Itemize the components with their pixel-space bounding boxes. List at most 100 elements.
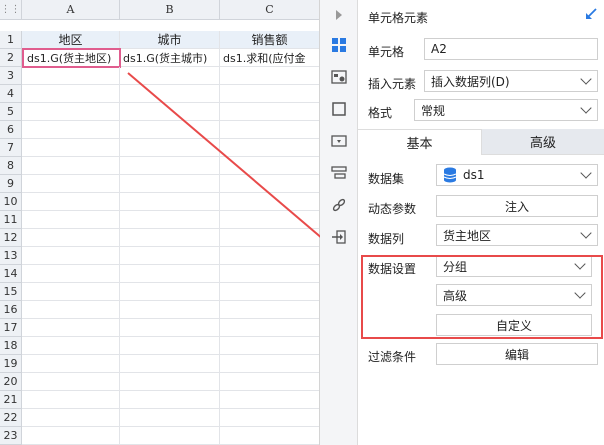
tab-advanced[interactable]: 高级	[482, 129, 604, 155]
grid-cell[interactable]	[120, 193, 220, 211]
grid-cell[interactable]	[120, 67, 220, 85]
row-header[interactable]: 1	[0, 31, 22, 49]
grid-cell[interactable]	[220, 85, 319, 103]
pin-icon[interactable]	[584, 7, 598, 21]
row-header[interactable]: 13	[0, 247, 22, 265]
row-header[interactable]: 19	[0, 355, 22, 373]
grid-cell[interactable]	[120, 409, 220, 427]
row-header[interactable]: 18	[0, 337, 22, 355]
grid-cell[interactable]	[22, 67, 120, 85]
format-dropdown[interactable]: 常规	[414, 99, 598, 121]
edit-filter-button[interactable]: 编辑	[436, 343, 598, 365]
row-header[interactable]: 17	[0, 319, 22, 337]
grid-cell[interactable]	[120, 355, 220, 373]
row-header[interactable]: 23	[0, 427, 22, 445]
grid-cell[interactable]	[120, 229, 220, 247]
cell-c1[interactable]: 销售额	[220, 31, 319, 49]
inject-button[interactable]: 注入	[436, 195, 598, 217]
grid-cell[interactable]	[220, 139, 319, 157]
column-header-c[interactable]: C	[220, 0, 319, 20]
grid-cell[interactable]	[120, 139, 220, 157]
grid-cell[interactable]	[22, 409, 120, 427]
cell-b2[interactable]: ds1.G(货主城市)	[120, 49, 220, 67]
grid-cell[interactable]	[220, 355, 319, 373]
grid-cell[interactable]	[220, 175, 319, 193]
cell-b1[interactable]: 城市	[120, 31, 220, 49]
column-header-b[interactable]: B	[120, 0, 220, 20]
cell-a2-selected[interactable]: ds1.G(货主地区)	[22, 48, 121, 68]
tab-basic[interactable]: 基本	[358, 129, 482, 155]
grid-cell[interactable]	[220, 103, 319, 121]
widget-icon[interactable]	[330, 132, 348, 150]
grid-cell[interactable]	[22, 265, 120, 283]
grid-cell[interactable]	[220, 157, 319, 175]
grid-cell[interactable]	[22, 391, 120, 409]
grid-cell[interactable]	[120, 283, 220, 301]
grid-cell[interactable]	[220, 121, 319, 139]
grid-cell[interactable]	[120, 427, 220, 445]
row-header[interactable]: 4	[0, 85, 22, 103]
grid-cell[interactable]	[120, 391, 220, 409]
row-header[interactable]: 5	[0, 103, 22, 121]
cell-input[interactable]: A2	[424, 38, 598, 60]
grid-cell[interactable]	[22, 157, 120, 175]
row-header[interactable]: 7	[0, 139, 22, 157]
grid-cell[interactable]	[120, 337, 220, 355]
grid-cell[interactable]	[220, 409, 319, 427]
grid-cell[interactable]	[220, 427, 319, 445]
grid-cell[interactable]	[120, 301, 220, 319]
grid-cell[interactable]	[22, 373, 120, 391]
cell-a1[interactable]: 地区	[22, 31, 120, 49]
row-header[interactable]: 16	[0, 301, 22, 319]
dataset-dropdown[interactable]: ds1	[436, 164, 598, 186]
grid-cell[interactable]	[22, 211, 120, 229]
grid-cell[interactable]	[22, 121, 120, 139]
grid-cell[interactable]	[22, 247, 120, 265]
grid-cell[interactable]	[220, 373, 319, 391]
grid-cell[interactable]	[22, 139, 120, 157]
grid-cell[interactable]	[120, 85, 220, 103]
row-header[interactable]: 14	[0, 265, 22, 283]
row-header[interactable]: 10	[0, 193, 22, 211]
grid-cell[interactable]	[120, 157, 220, 175]
grid-cell[interactable]	[220, 265, 319, 283]
cell-element-icon[interactable]	[330, 36, 348, 54]
row-header[interactable]: 12	[0, 229, 22, 247]
cell-style-icon[interactable]	[330, 100, 348, 118]
grid-cell[interactable]	[220, 301, 319, 319]
condition-attribute-icon[interactable]	[330, 164, 348, 182]
row-header[interactable]: 3	[0, 67, 22, 85]
hyperlink-icon[interactable]	[330, 196, 348, 214]
column-header-a[interactable]: A	[22, 0, 120, 20]
insert-element-dropdown[interactable]: 插入数据列(D)	[424, 70, 598, 92]
grid-cell[interactable]	[22, 301, 120, 319]
grid-cell[interactable]	[22, 103, 120, 121]
grid-cell[interactable]	[22, 427, 120, 445]
grid-cell[interactable]	[120, 103, 220, 121]
cell-c2[interactable]: ds1.求和(应付金	[220, 49, 319, 67]
data-import-icon[interactable]	[330, 228, 348, 246]
grid-cell[interactable]	[120, 319, 220, 337]
row-header[interactable]: 22	[0, 409, 22, 427]
grid-cell[interactable]	[220, 247, 319, 265]
grid-cell[interactable]	[22, 175, 120, 193]
row-header[interactable]: 11	[0, 211, 22, 229]
grid-cell[interactable]	[120, 265, 220, 283]
grid-cell[interactable]	[220, 337, 319, 355]
grid-cell[interactable]	[220, 391, 319, 409]
grid-cell[interactable]	[220, 319, 319, 337]
cell-attribute-icon[interactable]	[330, 68, 348, 86]
row-header[interactable]: 2	[0, 49, 22, 67]
grid-cell[interactable]	[22, 319, 120, 337]
grid-cell[interactable]	[22, 85, 120, 103]
row-header[interactable]: 15	[0, 283, 22, 301]
row-header[interactable]: 20	[0, 373, 22, 391]
grid-cell[interactable]	[120, 211, 220, 229]
grid-cell[interactable]	[120, 121, 220, 139]
grid-cell[interactable]	[22, 193, 120, 211]
grid-cell[interactable]	[220, 67, 319, 85]
grid-cell[interactable]	[120, 175, 220, 193]
grid-cell[interactable]	[22, 283, 120, 301]
spreadsheet-grid[interactable]: ⋮⋮ A B C 1 2 3 4 5 6 7 8 9 10 11 12 13 14 15 16 17 18 19 20…	[0, 0, 320, 445]
grid-cell[interactable]	[220, 229, 319, 247]
